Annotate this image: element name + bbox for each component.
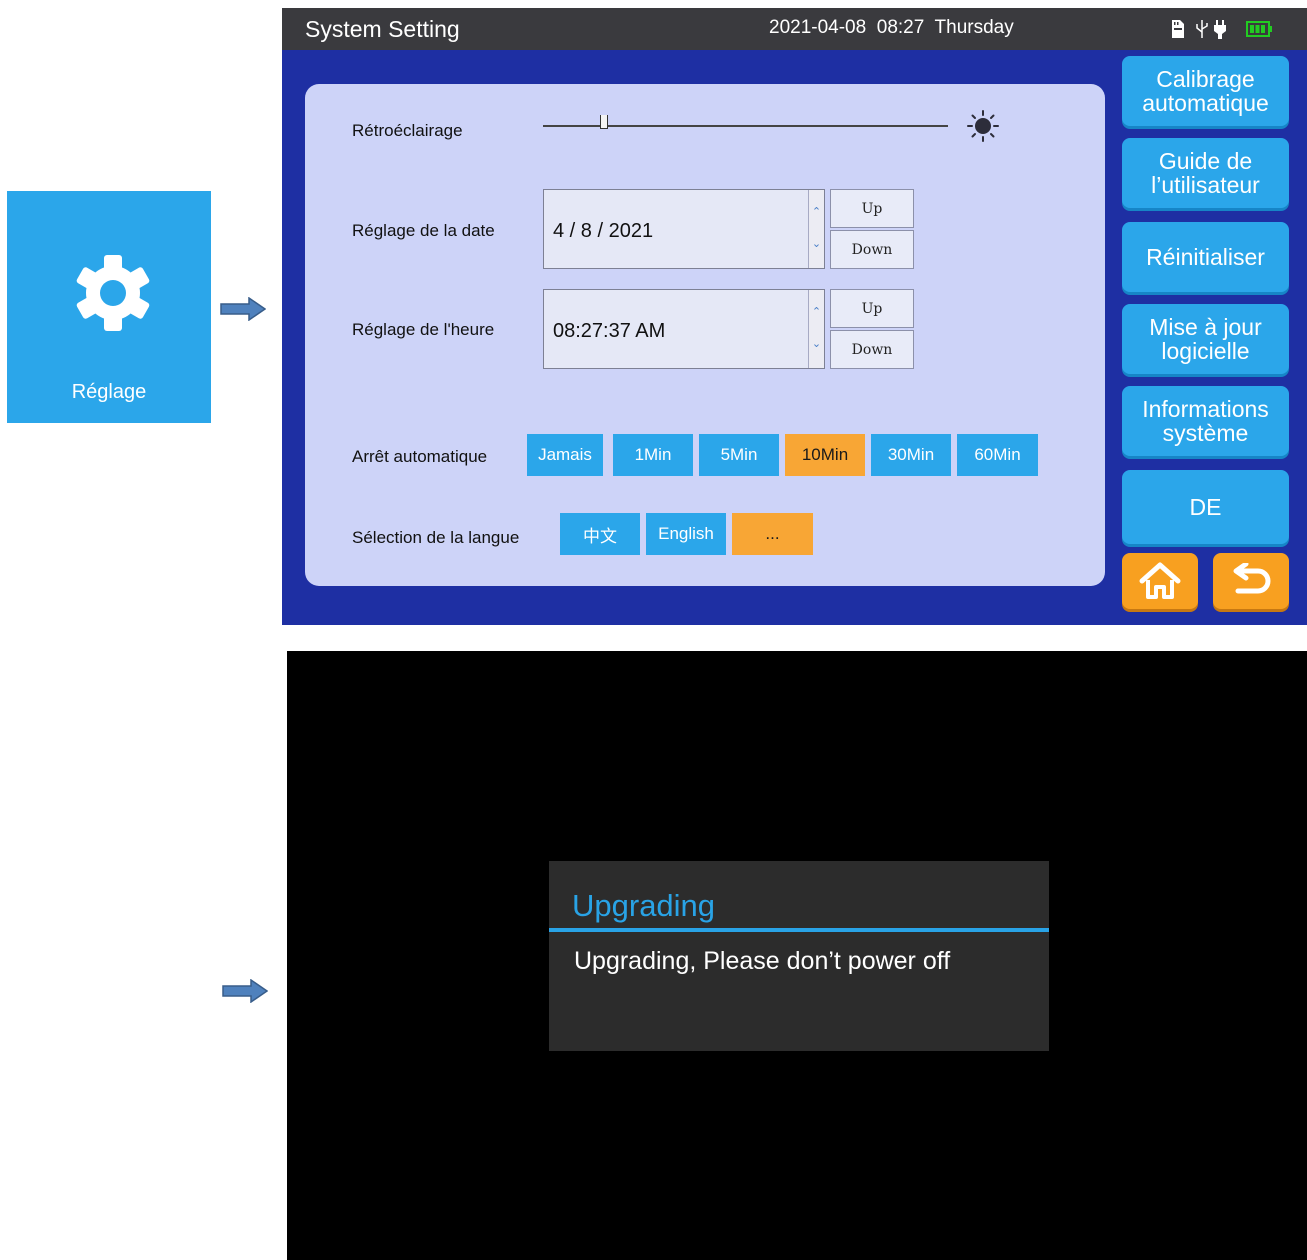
auto-off-option[interactable]: 30Min [871,434,951,476]
backlight-label: Rétroéclairage [352,121,463,140]
gear-icon [76,255,150,331]
language-label: Sélection de la langue [352,528,520,547]
language-option[interactable]: ... [732,513,813,555]
dialog-divider [549,928,1049,932]
back-button[interactable] [1213,553,1289,609]
status-bar: System Setting 2021-04-08 08:27 Thursday [282,8,1307,50]
language-option[interactable]: 中文 [560,513,640,555]
dialog-message: Upgrading, Please don’t power off [574,947,951,975]
chevron-down-icon[interactable]: ⌄ [808,229,824,268]
usb-icon [1196,20,1208,38]
system-info-button[interactable]: Informations système [1122,386,1289,456]
time-field[interactable]: 08:27:37 AM ⌃ ⌄ [543,289,825,369]
settings-panel: Rétroéclairage Réglage de la date 4 / 8 … [305,84,1105,586]
status-icons [1172,20,1272,39]
date-field[interactable]: 4 / 8 / 2021 ⌃ ⌄ [543,189,825,269]
brightness-icon [967,110,999,142]
auto-off-label: Arrêt automatique [352,447,488,466]
time-down-button[interactable]: Down [830,330,914,369]
auto-off-option[interactable]: 60Min [957,434,1038,476]
upgrade-screen: Upgrading Upgrading, Please don’t power … [287,651,1307,1260]
chevron-down-icon[interactable]: ⌄ [808,329,824,368]
power-plug-icon [1214,20,1226,39]
right-arrow-icon [222,979,268,1003]
sd-card-icon [1172,20,1184,38]
time-label: Réglage de l'heure [352,320,495,339]
date-value: 4 / 8 / 2021 [553,220,654,242]
tile-label: Réglage [71,381,147,403]
time-up-button[interactable]: Up [830,289,914,328]
language-option[interactable]: English [646,513,726,555]
status-date: 2021-04-08 [769,17,867,38]
home-button[interactable] [1122,553,1198,609]
page-title: System Setting [305,16,460,42]
auto-off-option[interactable]: 10Min [785,434,865,476]
auto-off-option[interactable]: 1Min [613,434,693,476]
auto-calibration-button[interactable]: Calibrage automatique [1122,56,1289,126]
status-time: 08:27 [876,17,925,38]
system-setting-screen: System Setting 2021-04-08 08:27 Thursday [282,8,1307,625]
chevron-up-icon[interactable]: ⌃ [808,190,824,229]
software-update-button[interactable]: Mise à jour logicielle [1122,304,1289,374]
language-de-button[interactable]: DE [1122,470,1289,544]
chevron-up-icon[interactable]: ⌃ [808,290,824,329]
right-arrow-icon [220,297,266,321]
reset-button[interactable]: Réinitialiser [1122,222,1289,292]
user-guide-button[interactable]: Guide de l’utilisateur [1122,138,1289,208]
back-arrow-icon [1233,563,1271,594]
clock: 2021-04-08 08:27 Thursday [769,17,1014,39]
status-weekday: Thursday [934,17,1014,38]
auto-off-option[interactable]: Jamais [527,434,603,476]
date-down-button[interactable]: Down [830,230,914,269]
date-up-button[interactable]: Up [830,189,914,228]
date-label: Réglage de la date [352,221,495,240]
auto-off-option[interactable]: 5Min [699,434,779,476]
backlight-slider-thumb[interactable] [599,115,608,129]
home-icon [1139,562,1181,599]
upgrade-dialog: Upgrading Upgrading, Please don’t power … [549,861,1049,1051]
time-value: 08:27:37 AM [553,320,666,342]
settings-app-tile[interactable]: Réglage [7,191,211,423]
battery-icon [1246,21,1272,37]
dialog-title: Upgrading [572,888,716,923]
